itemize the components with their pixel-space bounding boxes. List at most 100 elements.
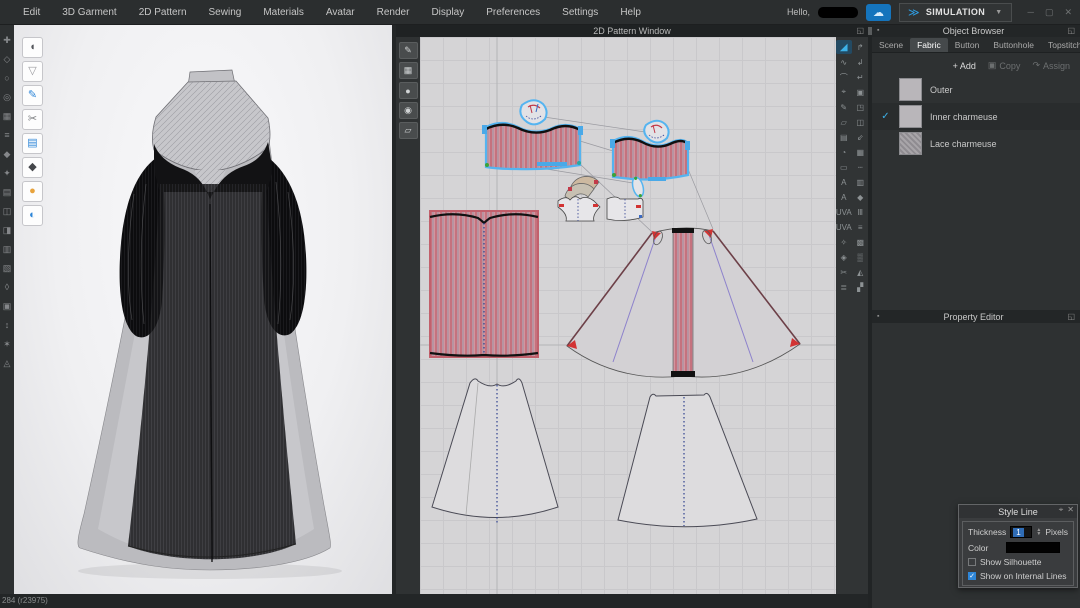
tab-buttonhole[interactable]: Buttonhole [986,38,1041,52]
show-internal-lines-checkbox[interactable]: ✓ [968,572,976,580]
property-editor-header[interactable]: ▪ Property Editor ◱ [872,310,1080,323]
menu-edit[interactable]: Edit [12,7,51,18]
3d-garment-viewport[interactable]: ◖▽✎✂▤◆●◐ [14,24,392,594]
pattern-tool-button[interactable]: ▤ [836,130,852,144]
pattern-tool-button[interactable]: ▭ [836,160,852,174]
tab-fabric[interactable]: Fabric [910,38,948,52]
2d-pattern-canvas[interactable] [420,37,836,594]
menu-help[interactable]: Help [609,7,652,18]
object-browser-header[interactable]: ▪ Object Browser ◱ [872,24,1080,37]
selection-bar[interactable] [648,177,666,181]
fabric-row-lace-charmeuse[interactable]: Lace charmeuse [872,130,1080,157]
tab-scene[interactable]: Scene [872,38,910,52]
thickness-input[interactable]: 1 [1010,526,1032,538]
menu-render[interactable]: Render [366,7,421,18]
pattern-tool-button[interactable]: ≣ [836,280,852,294]
tool-icon[interactable]: ◎ [3,93,11,102]
popout-icon[interactable]: ◱ [1067,312,1075,321]
pattern-tool-button[interactable]: ◈ [836,250,852,264]
window-control-icon[interactable]: ▢ [1045,7,1054,18]
pattern-piece-skirt-back[interactable] [618,393,757,526]
pattern-tool-button[interactable]: ◆ [853,190,869,204]
menu-3d-garment[interactable]: 3D Garment [51,7,127,18]
pattern-tool-button[interactable]: ◭ [853,265,869,279]
pattern-tool-button[interactable]: ◫ [853,115,869,129]
tool-icon[interactable]: ▧ [3,264,12,273]
tool-icon[interactable]: ◊ [5,283,9,292]
pattern-tool-button[interactable]: ▥ [853,175,869,189]
add-fabric-button[interactable]: + Add [953,60,976,71]
pattern-tool-button[interactable]: ▦ [853,145,869,159]
tool-icon[interactable]: ○ [4,74,9,83]
pattern-piece-flared-skirt[interactable] [567,228,800,377]
assign-fabric-button[interactable]: ↷ Assign [1032,60,1070,71]
style-line-titlebar[interactable]: Style Line ⌖ ✕ [959,505,1077,518]
pattern-tool-button[interactable]: ⇙ [853,130,869,144]
garment-tool-icon[interactable]: ▽ [22,61,43,82]
popout-icon[interactable]: ◱ [856,26,864,35]
2d-view-tool-button[interactable]: ▦ [399,62,418,79]
fabric-swatch-lace[interactable] [899,132,922,155]
pattern-tool-button[interactable]: ┄ [853,160,869,174]
2d-view-tool-button[interactable]: ✎ [399,42,418,59]
tool-icon[interactable]: ◫ [3,207,12,216]
pattern-piece-mini-bodice-left[interactable] [558,197,600,221]
pattern-tool-button[interactable]: ≡ [853,220,869,234]
pattern-tool-button[interactable]: ✎ [836,100,852,114]
cloud-sync-button[interactable]: ☁ [866,4,891,21]
tool-icon[interactable]: ▣ [3,302,12,311]
fabric-row-inner-charmeuse[interactable]: ✓ Inner charmeuse [872,103,1080,130]
pattern-tool-button[interactable]: UVA [836,220,852,234]
avatar-tool-icon[interactable]: ● [22,181,43,202]
pin-icon[interactable]: ⌖ [1059,505,1064,515]
menu-sewing[interactable]: Sewing [198,7,253,18]
pattern-tool-button[interactable]: UVA [836,205,852,219]
close-icon[interactable]: ✕ [1067,505,1074,515]
fabric-swatch[interactable] [899,105,922,128]
2d-view-tool-button[interactable]: ◉ [399,102,418,119]
hair-tool-icon[interactable]: ◖ [22,37,43,58]
tab-topstitch[interactable]: Topstitch [1041,38,1080,52]
pattern-tool-button[interactable]: ⌖ [836,85,852,99]
pattern-tool-button[interactable]: ✂ [836,265,852,279]
tool-icon[interactable]: ✦ [3,169,11,178]
scissors-tool-icon[interactable]: ✂ [22,109,43,130]
pattern-tool-button[interactable]: ▩ [853,235,869,249]
fabric-swatch[interactable] [899,78,922,101]
window-control-icon[interactable]: ✕ [1064,7,1072,18]
pattern-piece-shirred-panel[interactable] [430,211,538,357]
pattern-tool-button[interactable]: Ⅲ [853,205,869,219]
selection-bar[interactable] [537,162,567,166]
copy-fabric-button[interactable]: ▣ Copy [988,60,1021,71]
pattern-tool-button[interactable]: ↵ [853,70,869,84]
chevron-down-icon[interactable]: ▼ [995,9,1002,16]
menu-display[interactable]: Display [420,7,475,18]
pattern-piece-bodice-back-selected[interactable] [610,137,690,180]
tool-icon[interactable]: ▤ [3,188,12,197]
tool-icon[interactable]: ◬ [4,359,11,368]
tool-icon[interactable]: ◆ [4,150,11,159]
shoe-tool-icon[interactable]: ◆ [22,157,43,178]
pattern-tool-button[interactable]: ▒ [853,250,869,264]
brush-tool-icon[interactable]: ✎ [22,85,43,106]
menu-settings[interactable]: Settings [551,7,609,18]
tool-icon[interactable]: ↕ [5,321,10,330]
pattern-piece-bodice-front-selected[interactable] [482,123,583,169]
menu-2d-pattern[interactable]: 2D Pattern [128,7,198,18]
pattern-tool-button[interactable]: ⌒ [836,70,852,84]
pattern-tool-button[interactable]: ◔ [836,145,852,159]
tab-button[interactable]: Button [948,38,987,52]
pattern-piece-mini-bodice-right[interactable] [607,197,643,221]
popout-icon[interactable]: ◱ [1067,26,1075,35]
sphere-tool-icon[interactable]: ◐ [22,205,43,226]
tool-icon[interactable]: ✚ [3,36,11,45]
pattern-tool-button[interactable]: ◳ [853,100,869,114]
pattern-tool-button[interactable]: ∿ [836,55,852,69]
tool-icon[interactable]: ✶ [3,340,11,349]
menu-preferences[interactable]: Preferences [475,7,551,18]
window-control-icon[interactable]: ─ [1028,7,1034,18]
pattern-tool-button[interactable]: ▣ [853,85,869,99]
simulation-button[interactable]: ≫ SIMULATION ▼ [899,3,1012,22]
tool-icon[interactable]: ≡ [4,131,9,140]
pattern-tool-button[interactable]: ↱ [853,40,869,54]
